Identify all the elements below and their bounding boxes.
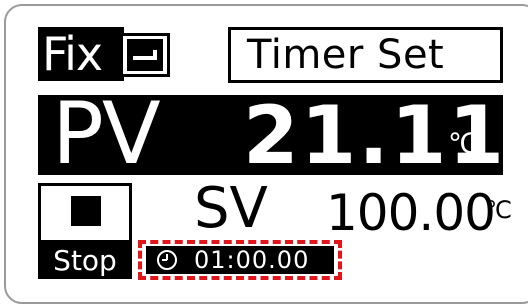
mode-icon-button[interactable] xyxy=(120,33,170,77)
mode-fix-label: Fix xyxy=(42,27,103,81)
step-profile-glyph xyxy=(133,50,157,60)
pv-label: PV xyxy=(52,84,161,184)
stop-button[interactable] xyxy=(38,183,132,243)
mode-fix-badge[interactable]: Fix xyxy=(38,27,124,81)
timer-set-label: Timer Set xyxy=(247,32,445,78)
stop-label: Stop xyxy=(53,244,117,277)
sv-value[interactable]: 100.00 xyxy=(326,182,496,244)
controller-screen: Fix Timer Set PV 21.11 ℃ SV 100.00 ℃ Sto… xyxy=(0,0,528,284)
pv-display: PV 21.11 ℃ xyxy=(38,89,504,181)
timer-display[interactable]: 01:00.00 xyxy=(146,246,334,274)
clock-icon xyxy=(157,250,177,270)
stop-square-icon xyxy=(71,196,101,226)
step-profile-icon xyxy=(127,39,163,71)
timer-value: 01:00.00 xyxy=(194,246,310,274)
sv-label: SV xyxy=(194,176,268,241)
run-status-label[interactable]: Stop xyxy=(38,243,132,279)
pv-unit: ℃ xyxy=(448,127,480,160)
sv-unit: ℃ xyxy=(485,196,512,224)
timer-set-button[interactable]: Timer Set xyxy=(228,27,503,83)
